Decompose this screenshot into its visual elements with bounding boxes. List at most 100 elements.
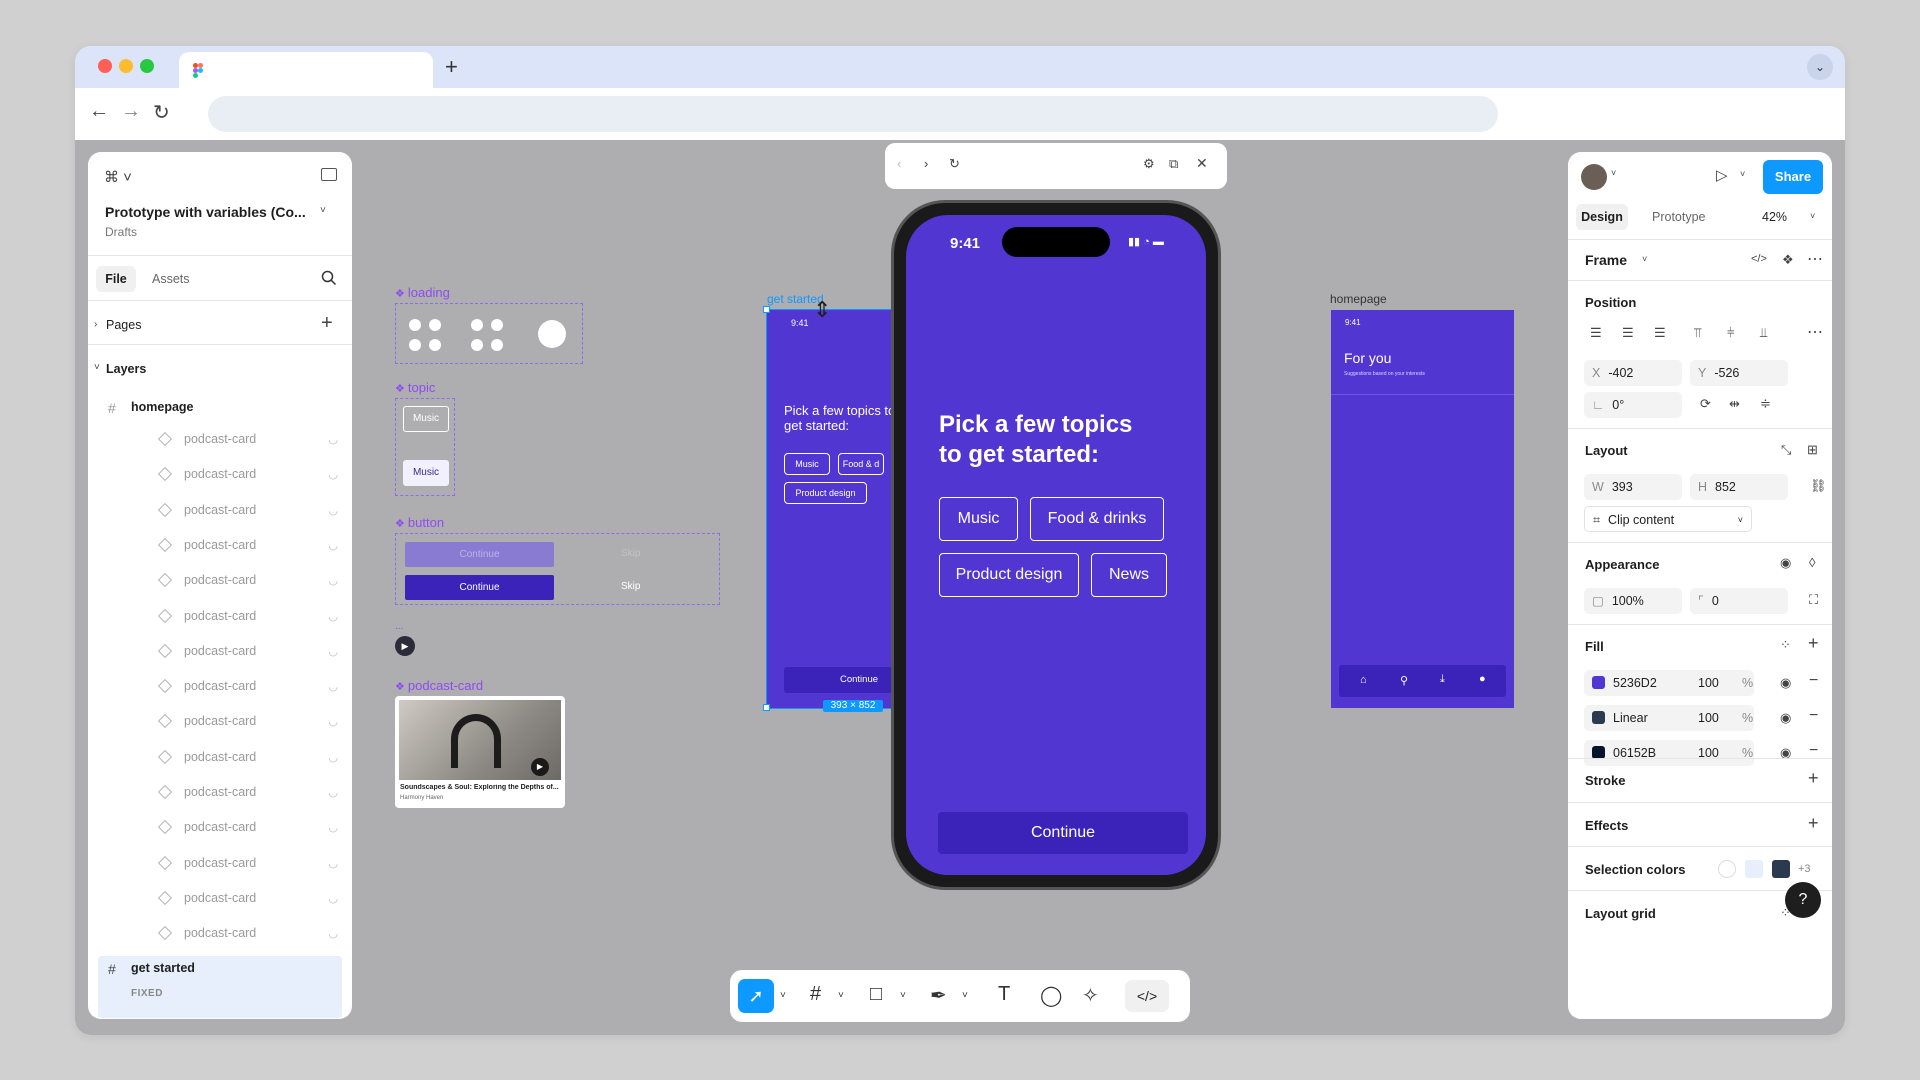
layer-item[interactable]: podcast-card ◡ [88, 916, 352, 951]
open-external-icon[interactable]: ⧉ [1169, 156, 1178, 172]
share-button[interactable]: Share [1763, 160, 1823, 194]
figma-menu-icon[interactable]: ⌘ ˅ [104, 168, 132, 186]
layer-item[interactable]: podcast-card ◡ [88, 422, 352, 457]
back-icon[interactable]: ← [89, 100, 109, 123]
mini-chip-food[interactable]: Food & d [838, 453, 884, 475]
component-label-topic[interactable]: topic [395, 380, 435, 395]
chevron-down-icon[interactable]: ˅ [780, 990, 786, 1001]
loading-component[interactable] [395, 303, 583, 364]
align-top-icon[interactable]: ⫪ [1694, 325, 1701, 341]
chip-news[interactable]: News [1091, 553, 1167, 597]
flip-horizontal-icon[interactable]: ⇹ [1729, 396, 1740, 412]
layer-item[interactable]: podcast-card ◡ [88, 704, 352, 739]
opacity-input[interactable]: ▢ 100% [1584, 588, 1682, 614]
add-fill-icon[interactable]: + [1808, 633, 1819, 654]
fill-swatch[interactable] [1592, 676, 1605, 689]
maximize-window-button[interactable] [140, 59, 154, 73]
component-label-podcast-card[interactable]: podcast-card [395, 678, 483, 693]
hidden-eye-icon[interactable]: ◡ [328, 433, 338, 446]
phone-screen[interactable]: 9:41 ▮▮ ◔ ▬ Pick a few topics to get sta… [906, 215, 1206, 875]
rotation-input[interactable]: ∟ 0° [1584, 392, 1682, 418]
present-icon[interactable]: ▷ [1716, 166, 1728, 184]
preview-back-icon[interactable]: ‹ [897, 156, 901, 171]
hidden-eye-icon[interactable]: ◡ [328, 857, 338, 870]
eye-icon[interactable]: ◉ [1780, 555, 1791, 571]
layer-item[interactable]: podcast-card ◡ [88, 493, 352, 528]
layer-item[interactable]: podcast-card ◡ [88, 634, 352, 669]
chevron-right-icon[interactable]: › [94, 319, 97, 330]
constrain-proportions-icon[interactable]: ⛓ [1810, 478, 1827, 494]
eye-icon[interactable]: ◉ [1780, 675, 1791, 691]
chip-food-drinks[interactable]: Food & drinks [1030, 497, 1164, 541]
tab-design[interactable]: Design [1576, 204, 1628, 230]
preview-restart-icon[interactable]: ↻ [949, 156, 960, 172]
layer-item[interactable]: podcast-card ◡ [88, 563, 352, 598]
zoom-level[interactable]: 42% [1762, 210, 1787, 224]
x-input[interactable]: X -402 [1584, 360, 1682, 386]
forward-icon[interactable]: → [121, 100, 141, 123]
remove-fill-icon[interactable]: − [1809, 672, 1818, 690]
homepage-frame[interactable]: 9:41 For you Suggestions based on your i… [1331, 310, 1514, 708]
help-button[interactable]: ? [1785, 882, 1821, 918]
fill-swatch[interactable] [1592, 711, 1605, 724]
corner-expand-icon[interactable]: ⛶ [1809, 592, 1818, 608]
more-icon[interactable]: ⋯ [1807, 249, 1823, 269]
component-label-button[interactable]: button [395, 515, 444, 530]
text-tool-icon[interactable]: T [998, 983, 1010, 1006]
layer-item[interactable]: podcast-card ◡ [88, 669, 352, 704]
pen-tool-icon[interactable]: ✒ [930, 983, 947, 1008]
tab-file[interactable]: File [96, 266, 136, 292]
resize-handle[interactable] [763, 704, 770, 711]
layer-frame-get-started[interactable]: get started [131, 961, 195, 975]
selection-color-swatch[interactable] [1745, 860, 1763, 878]
button-component[interactable]: Continue Skip Continue Skip [395, 533, 720, 605]
chip-product-design[interactable]: Product design [939, 553, 1079, 597]
collapse-icon[interactable]: ⤡ [1781, 442, 1791, 458]
skip-button[interactable]: Skip [621, 581, 640, 592]
chevron-down-icon[interactable]: ˅ [94, 362, 100, 373]
y-input[interactable]: Y -526 [1690, 360, 1788, 386]
tab-assets[interactable]: Assets [152, 272, 190, 286]
chevron-down-icon[interactable]: ˅ [900, 990, 906, 1001]
selected-layer-highlight[interactable]: # get started FIXED [98, 956, 342, 1018]
layer-item[interactable]: podcast-card ◡ [88, 599, 352, 634]
height-input[interactable]: H 852 [1690, 474, 1788, 500]
hidden-eye-icon[interactable]: ◡ [328, 610, 338, 623]
layer-item[interactable]: podcast-card ◡ [88, 528, 352, 563]
more-icon[interactable]: ⋯ [1807, 322, 1823, 342]
code-icon[interactable]: </> [1751, 253, 1767, 265]
hidden-eye-icon[interactable]: ◡ [328, 680, 338, 693]
chip-music[interactable]: Music [939, 497, 1018, 541]
layer-item[interactable]: podcast-card ◡ [88, 775, 352, 810]
frame-type-label[interactable]: Frame [1585, 252, 1627, 268]
rotate-icon[interactable]: ⟳ [1700, 396, 1711, 412]
close-icon[interactable]: ✕ [1196, 155, 1208, 172]
selection-color-swatch[interactable] [1772, 860, 1790, 878]
chevron-down-icon[interactable]: ˅ [1740, 169, 1745, 179]
reload-icon[interactable]: ↻ [153, 100, 170, 125]
remove-fill-icon[interactable]: − [1809, 707, 1818, 725]
layer-item[interactable]: podcast-card ◡ [88, 457, 352, 492]
podcast-card-component[interactable]: ▶ Soundscapes & Soul: Exploring the Dept… [395, 696, 565, 808]
rectangle-tool-icon[interactable]: □ [870, 983, 882, 1006]
selection-colors-more[interactable]: +3 [1798, 863, 1811, 875]
fill-input[interactable]: 06152B 100% [1584, 740, 1754, 766]
hidden-eye-icon[interactable]: ◡ [328, 927, 338, 940]
dev-mode-icon[interactable]: </> [1125, 980, 1169, 1012]
chevron-down-icon[interactable]: ˅ [962, 990, 968, 1001]
align-left-icon[interactable]: ☰ [1590, 325, 1602, 341]
blend-icon[interactable]: ◊ [1809, 555, 1815, 570]
move-tool-icon[interactable]: ➚ [738, 979, 774, 1013]
hidden-eye-icon[interactable]: ◡ [328, 504, 338, 517]
hidden-eye-icon[interactable]: ◡ [328, 821, 338, 834]
align-right-icon[interactable]: ☰ [1654, 325, 1666, 341]
preview-forward-icon[interactable]: › [924, 156, 928, 171]
clip-content-select[interactable]: ⌗ Clip content ˅ [1584, 506, 1752, 532]
chevron-down-icon[interactable]: ˅ [1611, 168, 1616, 178]
topic-chip[interactable]: Music [403, 406, 449, 432]
width-input[interactable]: W 393 [1584, 474, 1682, 500]
resize-handle[interactable] [763, 306, 770, 313]
layer-item[interactable]: podcast-card ◡ [88, 810, 352, 845]
eye-icon[interactable]: ◉ [1780, 710, 1791, 726]
layer-item[interactable]: podcast-card ◡ [88, 881, 352, 916]
